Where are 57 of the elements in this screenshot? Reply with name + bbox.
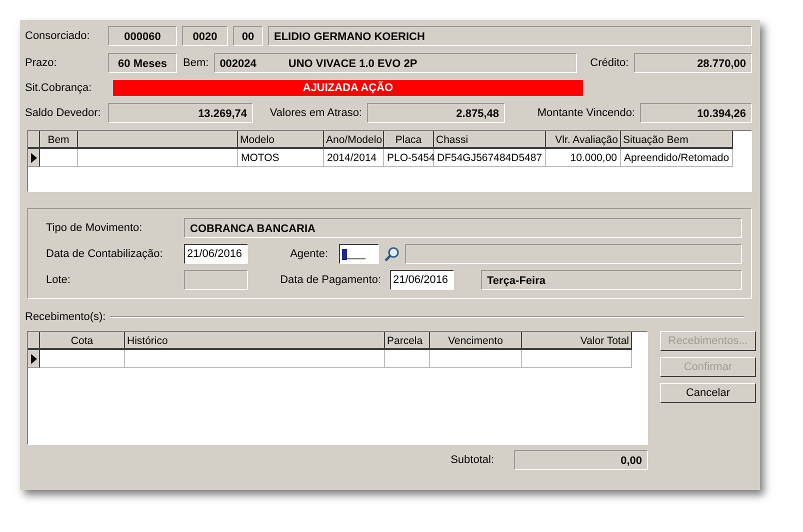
search-icon[interactable] xyxy=(384,246,400,262)
column-header[interactable] xyxy=(78,131,238,149)
field-label: Valores em Atraso: xyxy=(268,107,362,119)
field-label: Subtotal: xyxy=(450,454,494,466)
table-cell: PLO-5454 xyxy=(384,149,434,167)
field-label: Data de Contabilização: xyxy=(46,248,164,260)
subtotal-field: 0,00 xyxy=(514,450,648,470)
field-label: Saldo Devedor: xyxy=(25,107,102,119)
table-cell: 2014/2014 xyxy=(324,149,384,167)
field-label: Bem: xyxy=(183,57,209,69)
column-header[interactable]: Histórico xyxy=(125,332,385,350)
table-cell xyxy=(385,350,430,368)
name-field: ELIDIO GERMANO KOERICH xyxy=(268,26,752,46)
column-header[interactable]: Ano/Modelo xyxy=(324,131,384,149)
table-cell: DF54GJ567484D5487 xyxy=(434,149,546,167)
agent-input[interactable]: ___ xyxy=(339,244,379,264)
field-label: Consorciado: xyxy=(25,30,91,42)
balance-field: 13.269,74 xyxy=(108,103,253,123)
field-label: Lote: xyxy=(46,274,72,286)
table-cell: MOTOS xyxy=(238,149,324,167)
date-input[interactable]: 21/06/2016 xyxy=(184,244,248,264)
table-cell: 10.000,00 xyxy=(546,149,621,167)
field-label: Agente: xyxy=(289,248,328,260)
asset-code: 002024 xyxy=(220,57,256,72)
movement-type-field: COBRANCA BANCARIA xyxy=(184,218,742,238)
field-label: Montante Vincendo: xyxy=(536,107,635,119)
section-label: Recebimento(s): xyxy=(25,311,106,323)
column-header[interactable]: Bem xyxy=(40,131,78,149)
upcoming-field: 10.394,26 xyxy=(640,103,752,123)
column-header[interactable]: Situação Bem xyxy=(621,131,733,149)
weekday-field: Terça-Feira xyxy=(481,270,742,290)
credit-field: 28.770,00 xyxy=(634,53,752,73)
asset-description: UNO VIVACE 1.0 EVO 2P xyxy=(288,57,418,72)
digit-field: 00 xyxy=(233,26,263,46)
column-header[interactable]: Modelo xyxy=(238,131,324,149)
column-header[interactable]: Parcela xyxy=(385,332,430,350)
column-header[interactable]: Valor Total xyxy=(522,332,632,350)
field-label: Sit.Cobrança: xyxy=(25,82,93,94)
field-label: Prazo: xyxy=(25,57,58,69)
term-field: 60 Meses xyxy=(108,53,177,73)
column-header[interactable]: Vlr. Avaliação xyxy=(546,131,621,149)
field-label: Data de Pagamento: xyxy=(279,274,381,286)
table-cell xyxy=(40,149,78,167)
field-label: Tipo de Movimento: xyxy=(46,222,144,234)
date-input[interactable]: 21/06/2016 xyxy=(390,270,454,290)
batch-field xyxy=(184,270,248,290)
column-header[interactable]: Vencimento xyxy=(430,332,522,350)
group-field: 000060 xyxy=(108,26,177,46)
dialog-button[interactable]: Cancelar xyxy=(660,383,756,403)
overdue-field: 2.875,48 xyxy=(367,103,505,123)
status-bar: AJUIZADA AÇÃO xyxy=(113,80,583,96)
table-cell: Apreendido/Retomado xyxy=(621,149,733,167)
column-header[interactable]: Chassi xyxy=(434,131,546,149)
field-label: Crédito: xyxy=(589,57,629,69)
column-header[interactable]: Placa xyxy=(384,131,434,149)
column-header[interactable]: Cota xyxy=(40,332,125,350)
quota-field: 0020 xyxy=(182,26,228,46)
